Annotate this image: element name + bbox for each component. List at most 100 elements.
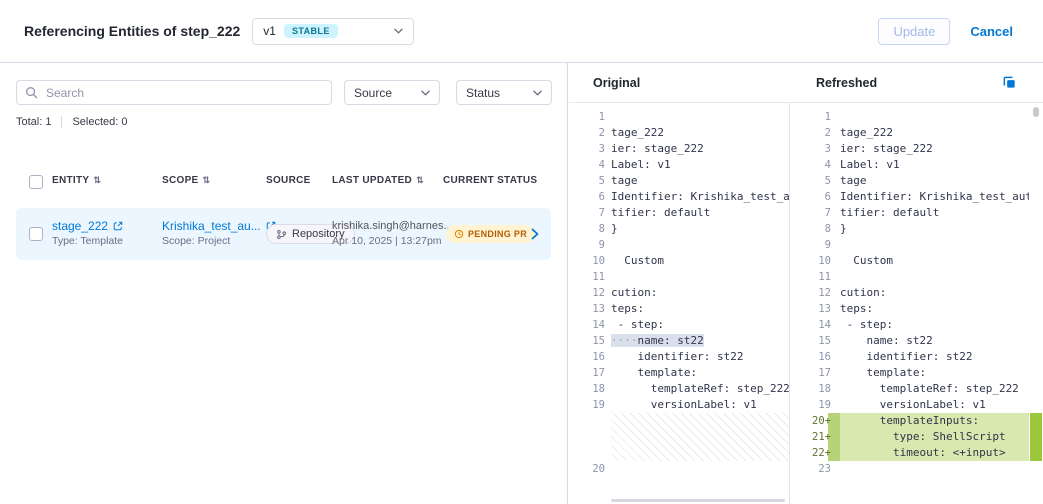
- line-number: 4: [790, 157, 840, 173]
- sort-icon[interactable]: ⇅: [203, 175, 211, 186]
- code-line[interactable]: 5tage: [790, 173, 1029, 189]
- code-line[interactable]: 7tifier: default: [569, 205, 789, 221]
- code-text: tage_222: [611, 125, 789, 141]
- code-line[interactable]: 12cution:: [569, 285, 789, 301]
- code-line[interactable]: 20+ templateInputs:: [790, 413, 1029, 429]
- column-header-source: SOURCE: [266, 175, 311, 186]
- code-line[interactable]: 10 Custom: [569, 253, 789, 269]
- overview-ruler[interactable]: [1029, 103, 1043, 504]
- code-text: name: st22: [840, 333, 1029, 349]
- search-box[interactable]: [16, 80, 332, 105]
- refreshed-code[interactable]: 12tage_2223ier: stage_2224Label: v15tage…: [790, 103, 1029, 504]
- code-line[interactable]: 20: [569, 461, 789, 477]
- line-number: 13: [790, 301, 840, 317]
- cancel-button[interactable]: Cancel: [970, 24, 1013, 39]
- code-line[interactable]: 3ier: stage_222: [790, 141, 1029, 157]
- status-badge-label: PENDING PR: [468, 229, 527, 239]
- entity-link[interactable]: stage_222: [52, 218, 108, 234]
- scrollbar-thumb[interactable]: [1033, 107, 1039, 117]
- code-line[interactable]: 8}: [569, 221, 789, 237]
- horizontal-scrollbar[interactable]: [611, 499, 785, 502]
- column-header-entity[interactable]: ENTITY ⇅: [52, 175, 101, 186]
- code-text: Identifier: Krishika_test_aut: [611, 189, 789, 205]
- status-filter-dropdown[interactable]: Status: [456, 80, 552, 105]
- code-line[interactable]: 9: [790, 237, 1029, 253]
- code-line[interactable]: 19 versionLabel: v1: [569, 397, 789, 413]
- code-line[interactable]: 15 name: st22: [790, 333, 1029, 349]
- diff-panes: 12tage_2223ier: stage_2224Label: v15tage…: [569, 103, 1043, 504]
- original-code[interactable]: 12tage_2223ier: stage_2224Label: v15tage…: [569, 103, 790, 504]
- code-line[interactable]: 10 Custom: [790, 253, 1029, 269]
- code-line[interactable]: 19 versionLabel: v1: [790, 397, 1029, 413]
- code-line[interactable]: 14 - step:: [790, 317, 1029, 333]
- code-line[interactable]: 11: [790, 269, 1029, 285]
- code-line[interactable]: 4Label: v1: [569, 157, 789, 173]
- code-text: }: [611, 221, 789, 237]
- code-text: cution:: [840, 285, 1029, 301]
- version-value: v1: [263, 24, 276, 38]
- line-number: 17: [569, 365, 611, 381]
- chevron-right-icon[interactable]: [531, 228, 539, 240]
- code-text: [611, 269, 789, 285]
- line-number: 20+: [790, 413, 840, 429]
- code-text: [840, 109, 1029, 125]
- sort-icon[interactable]: ⇅: [93, 175, 101, 186]
- code-line[interactable]: 1: [790, 109, 1029, 125]
- code-line[interactable]: 13teps:: [790, 301, 1029, 317]
- code-text: timeout: <+input>: [840, 445, 1029, 461]
- code-line[interactable]: 17 template:: [569, 365, 789, 381]
- code-line[interactable]: 22+ timeout: <+input>: [790, 445, 1029, 461]
- summary-divider: [61, 116, 62, 128]
- code-line[interactable]: 6Identifier: Krishika_test_aut: [569, 189, 789, 205]
- column-header-scope[interactable]: SCOPE ⇅: [162, 175, 210, 186]
- code-line[interactable]: 3ier: stage_222: [569, 141, 789, 157]
- code-line[interactable]: 7tifier: default: [790, 205, 1029, 221]
- code-line[interactable]: 2tage_222: [790, 125, 1029, 141]
- code-line[interactable]: 16 identifier: st22: [790, 349, 1029, 365]
- code-text: [611, 237, 789, 253]
- code-line[interactable]: 23: [790, 461, 1029, 477]
- code-line[interactable]: 16 identifier: st22: [569, 349, 789, 365]
- code-line[interactable]: 9: [569, 237, 789, 253]
- code-line[interactable]: 21+ type: ShellScript: [790, 429, 1029, 445]
- code-line[interactable]: 5tage: [569, 173, 789, 189]
- code-line[interactable]: 14 - step:: [569, 317, 789, 333]
- line-number: 9: [790, 237, 840, 253]
- code-text: [611, 109, 789, 125]
- external-link-icon[interactable]: [113, 221, 123, 231]
- code-line[interactable]: 13teps:: [569, 301, 789, 317]
- sort-icon[interactable]: ⇅: [416, 175, 424, 186]
- line-number: 3: [790, 141, 840, 157]
- added-lines-marker: [1030, 413, 1042, 461]
- table-row[interactable]: stage_222 Type: Template Krishika_test_a…: [16, 208, 551, 260]
- row-checkbox[interactable]: [29, 227, 43, 241]
- line-number: 15: [569, 333, 611, 349]
- line-number: 18: [790, 381, 840, 397]
- code-line[interactable]: 17 template:: [790, 365, 1029, 381]
- code-line[interactable]: 4Label: v1: [790, 157, 1029, 173]
- code-line[interactable]: 2tage_222: [569, 125, 789, 141]
- code-line[interactable]: 18 templateRef: step_222: [569, 381, 789, 397]
- update-button[interactable]: Update: [878, 18, 950, 45]
- code-line[interactable]: 8}: [790, 221, 1029, 237]
- column-label: ENTITY: [52, 175, 89, 186]
- version-selector[interactable]: v1 STABLE: [252, 18, 414, 45]
- entity-type: Type: Template: [52, 234, 123, 249]
- code-line[interactable]: 1: [569, 109, 789, 125]
- line-number: 12: [569, 285, 611, 301]
- code-text: versionLabel: v1: [840, 397, 1029, 413]
- copy-icon[interactable]: [1002, 75, 1017, 90]
- column-header-last-updated[interactable]: LAST UPDATED ⇅: [332, 175, 424, 186]
- table-header: ENTITY ⇅ SCOPE ⇅ SOURCE LAST UPDATED ⇅ C…: [0, 175, 567, 193]
- scope-link[interactable]: Krishika_test_au...: [162, 218, 261, 234]
- source-filter-dropdown[interactable]: Source: [344, 80, 440, 105]
- select-all-checkbox[interactable]: [29, 175, 43, 189]
- code-line[interactable]: 6Identifier: Krishika_test_aut: [790, 189, 1029, 205]
- code-line[interactable]: 12cution:: [790, 285, 1029, 301]
- code-text: [840, 461, 1029, 477]
- code-line[interactable]: 18 templateRef: step_222: [790, 381, 1029, 397]
- code-line[interactable]: 15····name: st22: [569, 333, 789, 349]
- code-text: identifier: st22: [840, 349, 1029, 365]
- code-line[interactable]: 11: [569, 269, 789, 285]
- search-input[interactable]: [44, 85, 323, 101]
